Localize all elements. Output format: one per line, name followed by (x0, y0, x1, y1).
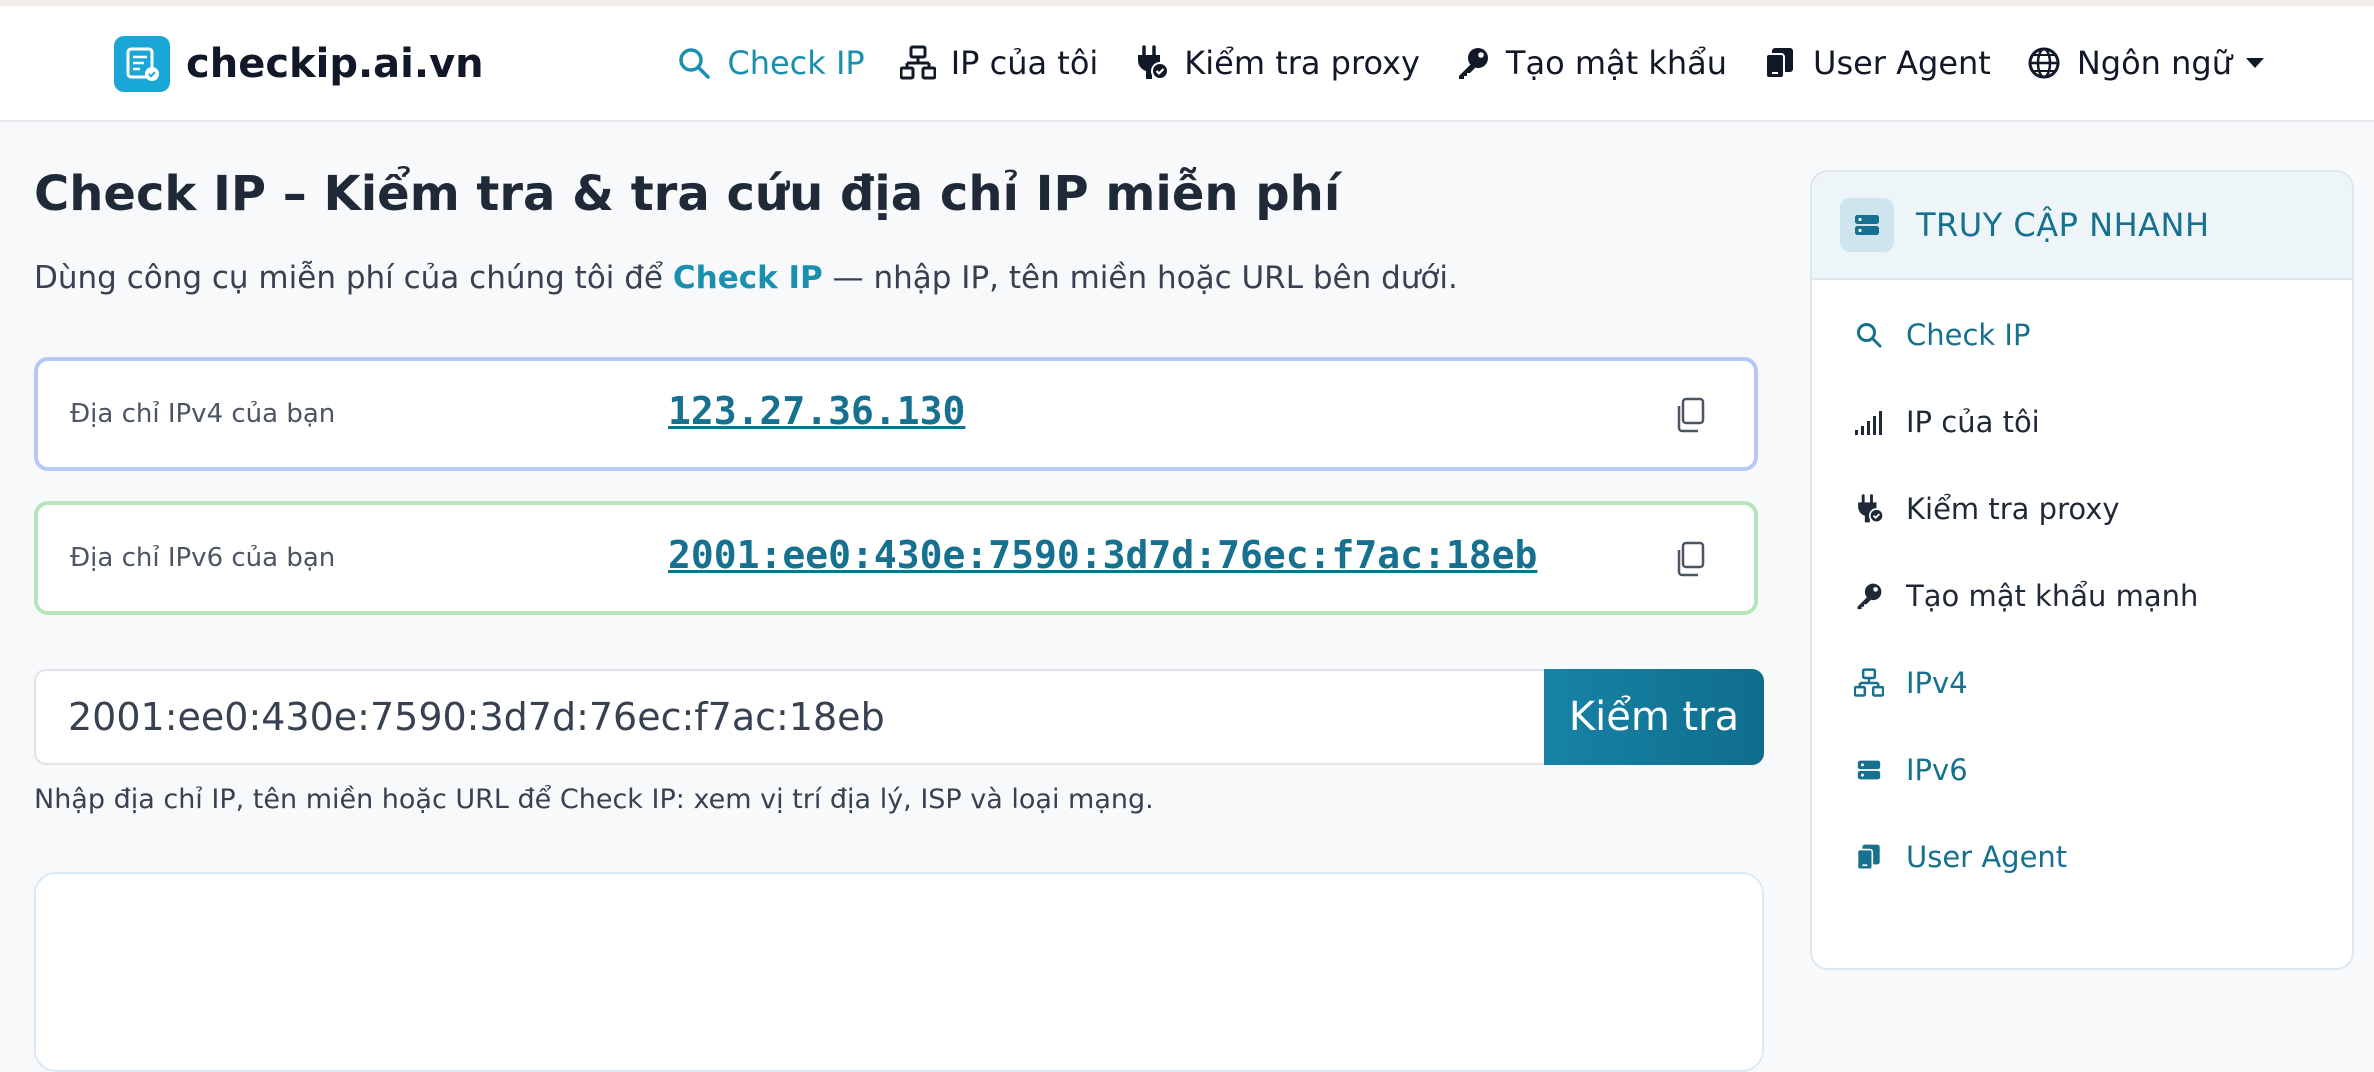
search-icon (675, 44, 713, 82)
key-icon (1454, 44, 1492, 82)
network-icon (899, 44, 937, 82)
sidebar-list: Check IP IP của tôi Kiểm tra proxy Tạo m… (1812, 291, 2352, 900)
sidebar-item-ipv6[interactable]: IPv6 (1812, 726, 2352, 813)
brand[interactable]: checkip.ai.vn (114, 36, 484, 92)
ip-lookup-form: Kiểm tra (34, 669, 1764, 765)
sidebar-item-ipv4[interactable]: IPv4 (1812, 639, 2352, 726)
plug-check-icon (1852, 492, 1886, 526)
sidebar-item-user-agent[interactable]: User Agent (1812, 813, 2352, 900)
sidebar-item-label: Check IP (1906, 317, 2031, 352)
sidebar-item-proxy-check[interactable]: Kiểm tra proxy (1812, 465, 2352, 552)
nav-label: Tạo mật khẩu (1505, 44, 1728, 82)
sidebar-item-label: User Agent (1906, 839, 2068, 874)
page-title: Check IP – Kiểm tra & tra cứu địa chỉ IP… (34, 166, 1341, 222)
ipv4-value-link[interactable]: 123.27.36.130 (668, 389, 965, 433)
ipv6-label: Địa chỉ IPv6 của bạn (70, 543, 336, 573)
ip-lookup-input[interactable] (34, 669, 1544, 765)
sidebar-item-check-ip[interactable]: Check IP (1812, 291, 2352, 378)
navbar: checkip.ai.vn Check IP IP của tôi Kiểm t… (0, 6, 2374, 122)
subtitle-text-end: — nhập IP, tên miền hoặc URL bên dưới. (822, 260, 1458, 296)
main-nav: Check IP IP của tôi Kiểm tra proxy Tạo m… (641, 44, 2264, 82)
check-button[interactable]: Kiểm tra (1544, 669, 1764, 765)
key-icon (1852, 579, 1886, 613)
sidebar-item-label: IPv6 (1906, 752, 1968, 787)
server-icon (1840, 198, 1894, 252)
sidebar-item-label: Kiểm tra proxy (1906, 491, 2120, 526)
chevron-down-icon (2246, 58, 2264, 68)
ipv6-card: Địa chỉ IPv6 của bạn 2001:ee0:430e:7590:… (34, 501, 1758, 615)
brand-logo-icon (114, 36, 170, 92)
nav-item-user-agent[interactable]: User Agent (1761, 44, 1991, 82)
signal-icon (1852, 405, 1886, 439)
lookup-hint: Nhập địa chỉ IP, tên miền hoặc URL để Ch… (34, 784, 1154, 815)
subtitle-text: Dùng công cụ miễn phí của chúng tôi để (34, 260, 673, 296)
brand-name: checkip.ai.vn (186, 41, 484, 87)
sidebar-item-password-generator[interactable]: Tạo mật khẩu mạnh (1812, 552, 2352, 639)
nav-label: Kiểm tra proxy (1184, 44, 1420, 82)
quick-access-sidebar: TRUY CẬP NHANH Check IP IP của tôi Kiểm … (1810, 170, 2354, 970)
copy-icon[interactable] (1670, 539, 1710, 579)
sidebar-item-my-ip[interactable]: IP của tôi (1812, 378, 2352, 465)
language-dropdown[interactable]: Ngôn ngữ (2025, 44, 2264, 82)
sidebar-header: TRUY CẬP NHANH (1812, 172, 2352, 280)
ipv6-value-link[interactable]: 2001:ee0:430e:7590:3d7d:76ec:f7ac:18eb (668, 533, 1537, 577)
nav-label: Ngôn ngữ (2076, 44, 2232, 82)
network-icon (1852, 666, 1886, 700)
devices-icon (1852, 840, 1886, 874)
sidebar-item-label: Tạo mật khẩu mạnh (1906, 578, 2199, 613)
nav-label: User Agent (1813, 44, 1991, 82)
sidebar-item-label: IPv4 (1906, 665, 1968, 700)
server-icon (1852, 753, 1886, 787)
nav-label: Check IP (727, 44, 865, 82)
plug-check-icon (1132, 44, 1170, 82)
globe-icon (2025, 44, 2063, 82)
subtitle-highlight: Check IP (672, 260, 823, 296)
sidebar-title: TRUY CẬP NHANH (1916, 206, 2210, 244)
copy-icon[interactable] (1670, 395, 1710, 435)
nav-item-check-ip[interactable]: Check IP (675, 44, 865, 82)
nav-label: IP của tôi (950, 44, 1099, 82)
page-subtitle: Dùng công cụ miễn phí của chúng tôi để C… (34, 260, 1458, 296)
nav-item-password-generator[interactable]: Tạo mật khẩu (1454, 44, 1727, 82)
devices-icon (1761, 44, 1799, 82)
sidebar-item-label: IP của tôi (1906, 404, 2040, 439)
results-card (34, 872, 1764, 1072)
search-icon (1852, 318, 1886, 352)
ipv4-card: Địa chỉ IPv4 của bạn 123.27.36.130 (34, 357, 1758, 471)
ipv4-label: Địa chỉ IPv4 của bạn (70, 399, 336, 429)
nav-item-my-ip[interactable]: IP của tôi (899, 44, 1099, 82)
nav-item-proxy-check[interactable]: Kiểm tra proxy (1132, 44, 1420, 82)
